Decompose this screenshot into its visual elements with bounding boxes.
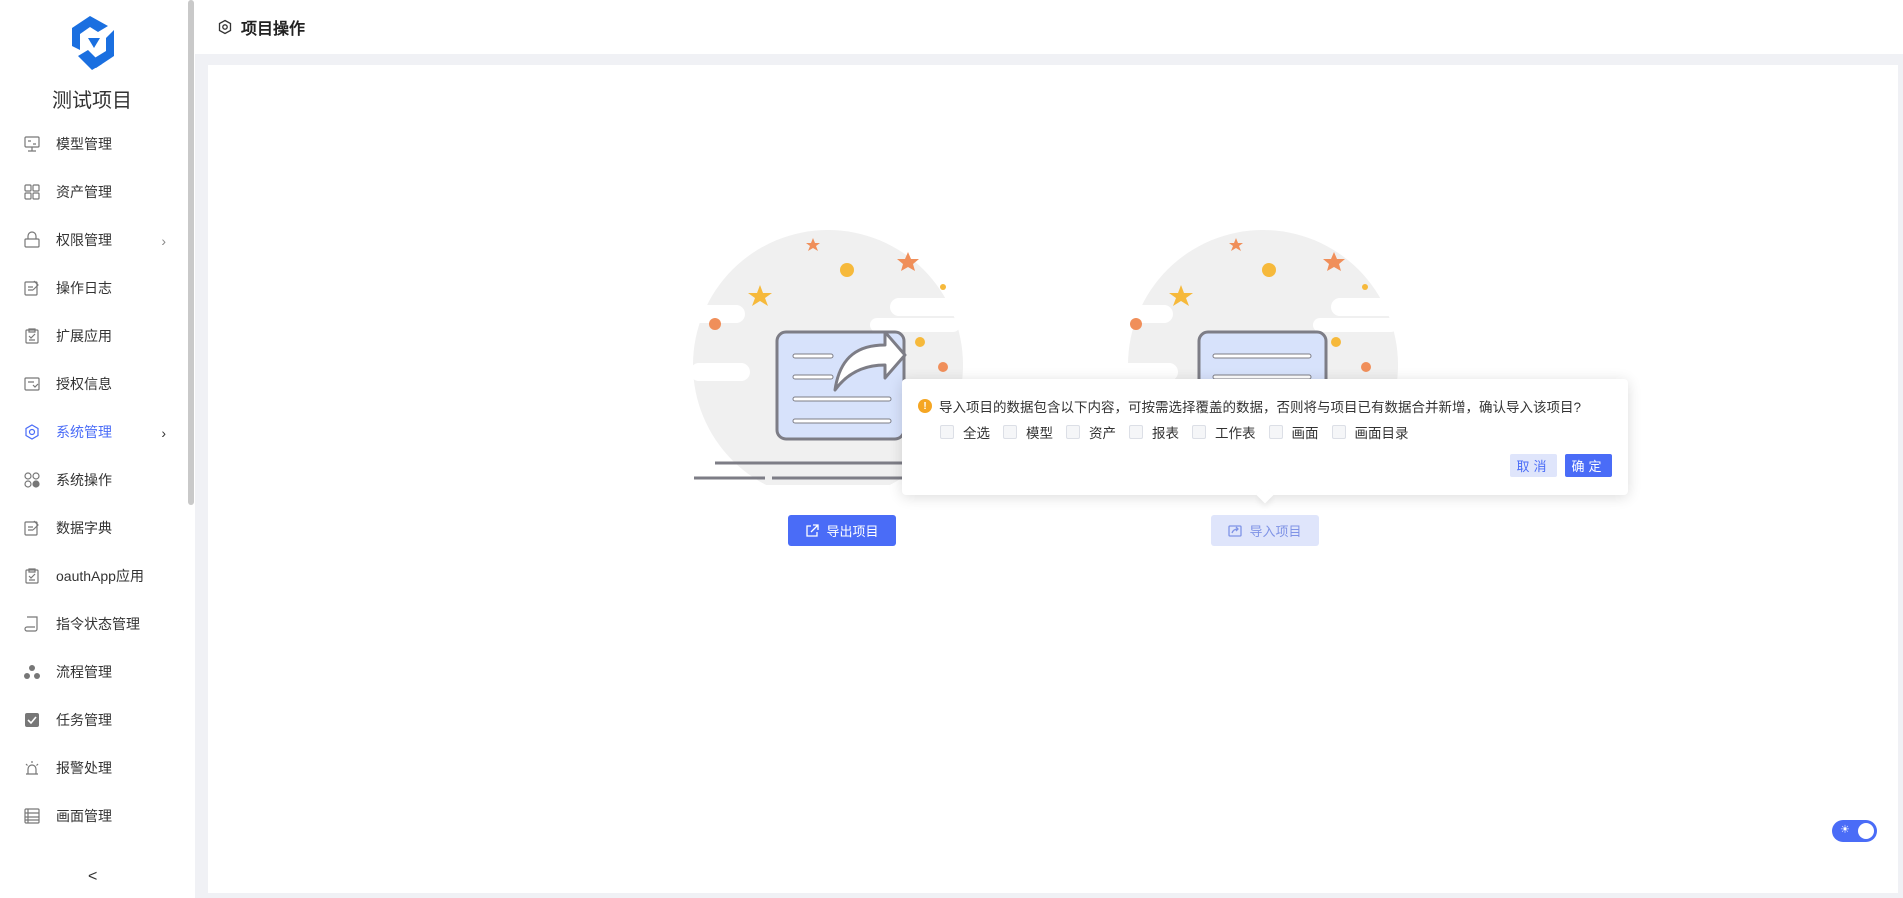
monitor-icon <box>22 134 42 154</box>
sidebar-menu: 模型管理 资产管理 权限管理 › 操作日志 扩展应用 授权信息 系统管理 › 系… <box>0 120 184 840</box>
sidebar-item-command-status[interactable]: 指令状态管理 <box>0 600 184 648</box>
cancel-button[interactable]: 取消 <box>1510 454 1557 477</box>
sidebar-item-alarms[interactable]: 报警处理 <box>0 744 184 792</box>
project-name: 测试项目 <box>52 90 132 112</box>
chevron-right-icon: › <box>161 233 166 249</box>
page-header: 项目操作 <box>195 0 1903 54</box>
sidebar-item-tasks[interactable]: 任务管理 <box>0 696 184 744</box>
sidebar-item-label: 权限管理 <box>56 232 112 248</box>
checkbox-box[interactable] <box>1192 425 1206 439</box>
grid-icon <box>22 182 42 202</box>
sidebar-item-label: 报警处理 <box>56 760 112 776</box>
sidebar-item-license[interactable]: 授权信息 <box>0 360 184 408</box>
import-project-button[interactable]: 导入项目 <box>1211 515 1319 546</box>
checkbox-reports[interactable]: 报表 <box>1129 422 1179 442</box>
import-confirm-popover: ! 导入项目的数据包含以下内容，可按需选择覆盖的数据，否则将与项目已有数据合并新… <box>902 379 1628 504</box>
apps-icon <box>22 470 42 490</box>
sidebar-item-oauth-app[interactable]: oauthApp应用 <box>0 552 184 600</box>
sidebar-item-data-dictionary[interactable]: 数据字典 <box>0 504 184 552</box>
checkbox-box[interactable] <box>940 425 954 439</box>
warning-icon: ! <box>918 399 932 413</box>
sidebar-item-label: 画面管理 <box>56 808 112 824</box>
sidebar-item-label: 流程管理 <box>56 664 112 680</box>
popover-message-row: ! 导入项目的数据包含以下内容，可按需选择覆盖的数据，否则将与项目已有数据合并新… <box>918 396 1581 416</box>
sidebar-item-label: 系统操作 <box>56 472 112 488</box>
import-project-label: 导入项目 <box>1249 524 1302 539</box>
checkbox-box[interactable] <box>1268 425 1283 439</box>
sidebar-item-label: 操作日志 <box>56 280 112 296</box>
sidebar-item-label: 数据字典 <box>56 520 112 536</box>
sidebar-item-label: 扩展应用 <box>56 328 112 344</box>
checkbox-screen-directory[interactable]: 画面目录 <box>1331 422 1409 442</box>
sidebar-item-label: 任务管理 <box>56 712 112 728</box>
chevron-right-icon: › <box>161 425 166 441</box>
checkbox-model[interactable]: 模型 <box>1003 422 1053 442</box>
import-illustration <box>1113 230 1403 390</box>
logo <box>72 16 114 70</box>
sidebar-scrollbar[interactable] <box>188 0 194 505</box>
sidebar-item-label: oauthApp应用 <box>56 568 144 584</box>
sidebar-item-assets[interactable]: 资产管理 <box>0 168 184 216</box>
sidebar-item-permissions[interactable]: 权限管理 › <box>0 216 184 264</box>
checkbox-label: 报表 <box>1152 426 1179 441</box>
clipboard-icon <box>22 326 42 346</box>
export-project-label: 导出项目 <box>826 524 879 539</box>
sun-icon: ☀ <box>1840 824 1850 836</box>
lock-icon <box>22 230 42 250</box>
calendar-icon <box>22 806 42 826</box>
checkbox-label: 模型 <box>1026 426 1053 441</box>
page-title: 项目操作 <box>241 21 306 38</box>
import-options: 全选 模型 资产 报表 工作表 画面 画面目录 <box>940 422 1422 442</box>
sidebar-item-system-management[interactable]: 系统管理 › <box>0 408 184 456</box>
flow-icon <box>22 662 42 682</box>
sidebar-item-label: 授权信息 <box>56 376 112 392</box>
theme-toggle[interactable]: ☀ <box>1832 820 1877 842</box>
sidebar-item-operation-log[interactable]: 操作日志 <box>0 264 184 312</box>
checkbox-select-all[interactable]: 全选 <box>940 422 990 442</box>
alarm-icon <box>22 758 42 778</box>
gear-icon <box>217 19 233 35</box>
edit-icon <box>22 518 42 538</box>
collapse-sidebar-button[interactable]: < <box>88 868 97 886</box>
checkbox-label: 全选 <box>963 426 990 441</box>
edit-icon <box>22 278 42 298</box>
checkbox-assets[interactable]: 资产 <box>1066 422 1116 442</box>
settings-icon <box>22 422 42 442</box>
toggle-knob <box>1858 823 1874 839</box>
clipboard-icon <box>22 566 42 586</box>
sidebar: 测试项目 模型管理 资产管理 权限管理 › 操作日志 扩展应用 授权信息 系统管… <box>0 0 195 898</box>
export-project-button[interactable]: 导出项目 <box>788 515 896 546</box>
checkbox-box[interactable] <box>1129 425 1143 439</box>
scroll-icon <box>22 614 42 634</box>
checkbox-label: 资产 <box>1089 426 1116 441</box>
checkbox-box[interactable] <box>1066 425 1080 439</box>
export-icon <box>805 523 820 538</box>
auth-icon <box>22 374 42 394</box>
sidebar-item-model[interactable]: 模型管理 <box>0 120 184 168</box>
sidebar-item-label: 资产管理 <box>56 184 112 200</box>
sidebar-item-label: 模型管理 <box>56 136 112 152</box>
sidebar-item-label: 系统管理 <box>56 424 112 440</box>
sidebar-item-system-ops[interactable]: 系统操作 <box>0 456 184 504</box>
checkbox-label: 画面 <box>1291 426 1319 441</box>
popover-message: 导入项目的数据包含以下内容，可按需选择覆盖的数据，否则将与项目已有数据合并新增，… <box>939 400 1582 415</box>
import-icon <box>1228 524 1243 538</box>
checkbox-box[interactable] <box>1331 425 1346 439</box>
checkbox-label: 工作表 <box>1215 426 1256 441</box>
task-icon <box>22 710 42 730</box>
sidebar-item-workflow[interactable]: 流程管理 <box>0 648 184 696</box>
sidebar-item-extensions[interactable]: 扩展应用 <box>0 312 184 360</box>
sidebar-item-screens[interactable]: 画面管理 <box>0 792 184 840</box>
checkbox-label: 画面目录 <box>1354 426 1409 441</box>
sidebar-item-label: 指令状态管理 <box>56 616 140 632</box>
confirm-button[interactable]: 确定 <box>1565 454 1612 477</box>
checkbox-worksheets[interactable]: 工作表 <box>1192 422 1256 442</box>
checkbox-box[interactable] <box>1003 425 1017 439</box>
checkbox-screens[interactable]: 画面 <box>1268 422 1319 442</box>
